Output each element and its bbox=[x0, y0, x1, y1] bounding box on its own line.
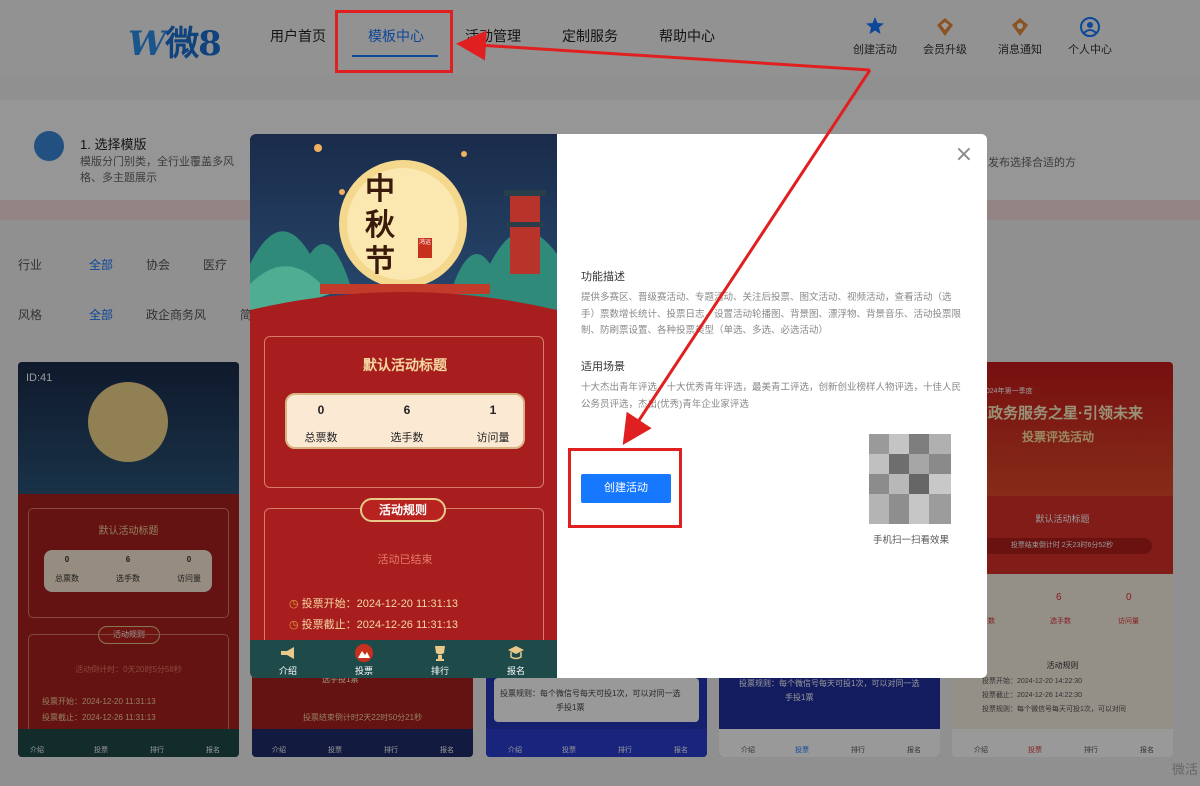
annotation-box-create-button bbox=[568, 448, 682, 528]
scene-title: 适用场景 bbox=[581, 361, 625, 373]
graduation-cap-icon bbox=[508, 646, 524, 660]
activity-status: 活动已结束 bbox=[377, 554, 433, 566]
festival-title: 中秋节 bbox=[365, 172, 395, 279]
tab-signup[interactable]: 报名 bbox=[478, 640, 554, 678]
qr-code bbox=[869, 434, 951, 524]
preview-banner: 中秋节 鸿运 bbox=[250, 134, 557, 320]
preview-activity-title: 默认活动标题 bbox=[363, 357, 447, 373]
preview-stats: 0 总票数 6 选手数 1 访问量 bbox=[285, 393, 525, 449]
mountain-icon bbox=[355, 644, 373, 662]
template-preview-modal: 中秋节 鸿运 默认活动标题 0 总票数 6 选手数 1 访问量 活动已结束 ◷ 投票开… bbox=[250, 134, 987, 678]
annotation-box-template-center bbox=[335, 10, 453, 73]
qr-caption: 手机扫一扫看效果 bbox=[873, 535, 950, 546]
rules-pill: 活动规则 bbox=[360, 498, 446, 522]
tab-intro[interactable]: 介绍 bbox=[250, 640, 326, 678]
vote-start: ◷ 投票开始：2024-12-20 11:31:13 bbox=[289, 598, 458, 610]
template-preview-phone: 中秋节 鸿运 默认活动标题 0 总票数 6 选手数 1 访问量 活动已结束 ◷ 投票开… bbox=[250, 134, 557, 678]
preview-title-panel: 默认活动标题 0 总票数 6 选手数 1 访问量 bbox=[264, 336, 544, 488]
megaphone-icon bbox=[281, 647, 294, 659]
stat-visits: 1 访问量 bbox=[476, 403, 510, 444]
tab-ranking[interactable]: 排行 bbox=[402, 640, 478, 678]
preview-rules-panel: 活动已结束 ◷ 投票开始：2024-12-20 11:31:13 ◷ 投票截止：… bbox=[264, 508, 544, 658]
vote-end: ◷ 投票截止：2024-12-26 11:31:13 bbox=[289, 619, 458, 631]
preview-tabbar: 介绍 投票 排行 报名 bbox=[250, 640, 557, 678]
stat-total-votes: 0 总票数 bbox=[304, 403, 338, 444]
seal-stamp: 鸿运 bbox=[418, 238, 432, 258]
feature-body: 提供多赛区、晋级赛活动、专题活动、关注后投票、图文活动、视频活动，查看活动（选手… bbox=[581, 292, 962, 336]
trophy-icon bbox=[435, 646, 445, 661]
tab-vote[interactable]: 投票 bbox=[326, 640, 402, 678]
feature-title: 功能描述 bbox=[581, 271, 625, 283]
template-detail-panel: × 功能描述 提供多赛区、晋级赛活动、专题活动、关注后投票、图文活动、视频活动，… bbox=[557, 134, 987, 678]
clock-icon: ◷ bbox=[289, 619, 302, 631]
clock-icon: ◷ bbox=[289, 598, 302, 610]
scene-body: 十大杰出青年评选，十大优秀青年评选，最美青工评选，创新创业榜样人物评选，十佳人民… bbox=[581, 382, 962, 410]
close-icon[interactable]: × bbox=[955, 142, 973, 167]
stat-players: 6 选手数 bbox=[390, 403, 424, 444]
